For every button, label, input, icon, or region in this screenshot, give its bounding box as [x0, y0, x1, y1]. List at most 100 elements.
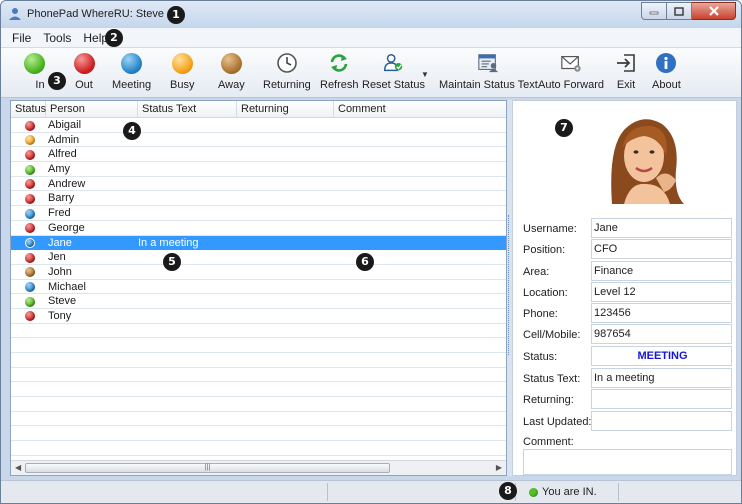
position-field[interactable]: CFO [591, 239, 732, 259]
location-label: Location: [523, 287, 568, 299]
status-segment [618, 483, 619, 501]
scroll-right-icon[interactable]: ▶ [496, 463, 502, 472]
refresh-button[interactable]: Refresh [320, 52, 359, 94]
table-row[interactable]: Admin [11, 133, 506, 148]
table-row[interactable]: Fred [11, 206, 506, 221]
callout-4: 4 [123, 122, 141, 140]
callout-8: 8 [499, 482, 517, 500]
close-button[interactable] [692, 2, 736, 20]
column-header-returning[interactable]: Returning [237, 101, 334, 118]
table-row[interactable]: Jane In a meeting [11, 235, 506, 251]
presence-status: You are IN. [529, 486, 597, 498]
meeting-status-dot-icon [25, 238, 35, 248]
comment-field[interactable] [523, 449, 732, 475]
meeting-button[interactable]: Meeting [112, 52, 151, 94]
phone-field[interactable]: 123456 [591, 303, 732, 323]
meeting-status-dot-icon [25, 282, 35, 293]
auto-forward-button[interactable]: Auto Forward [538, 52, 604, 94]
column-header-person[interactable]: Person [46, 101, 138, 118]
scroll-left-icon[interactable]: ◀ [15, 463, 21, 472]
phone-label: Phone: [523, 308, 558, 320]
status-segment [1, 483, 328, 501]
splitter-grip [508, 215, 511, 355]
out-status-dot-icon [25, 311, 35, 322]
status-field[interactable]: MEETING [591, 346, 732, 366]
table-row[interactable]: Steve [11, 294, 506, 309]
returning-field[interactable] [591, 389, 732, 409]
busy-status-icon [171, 52, 193, 74]
table-row[interactable]: George [11, 221, 506, 236]
reset-status-label: Reset Status [362, 79, 425, 91]
app-window: PhonePad WhereRU: Steve 1 File Tools Hel… [0, 0, 742, 504]
table-row[interactable]: Andrew [11, 177, 506, 192]
table-row[interactable]: Michael [11, 280, 506, 295]
grid-header: Status Person Status Text Returning Comm… [11, 101, 506, 118]
table-row[interactable]: Barry [11, 191, 506, 207]
location-field[interactable]: Level 12 [591, 282, 732, 302]
horizontal-scrollbar[interactable]: ◀ ||| ▶ [11, 460, 506, 475]
away-button[interactable]: Away [218, 52, 245, 94]
window-controls [641, 2, 736, 20]
menu-file[interactable]: File [6, 31, 37, 45]
callout-6: 6 [356, 253, 374, 271]
window-title: PhonePad WhereRU: Steve [27, 8, 164, 20]
username-field[interactable]: Jane [591, 218, 732, 238]
maximize-icon [674, 6, 684, 16]
person-name: Amy [48, 163, 70, 176]
people-grid[interactable]: Status Person Status Text Returning Comm… [10, 100, 507, 476]
callout-3: 3 [48, 72, 66, 90]
column-header-status-text[interactable]: Status Text [138, 101, 237, 118]
reset-status-dropdown-icon[interactable]: ▼ [421, 70, 429, 79]
reset-status-button[interactable]: Reset Status [362, 52, 425, 94]
menu-tools[interactable]: Tools [37, 31, 77, 45]
presence-status-text: You are IN. [542, 486, 597, 498]
person-name: Jen [48, 251, 66, 264]
status-text-field[interactable]: In a meeting [591, 368, 732, 388]
close-icon [708, 6, 719, 16]
table-row[interactable]: John [11, 265, 506, 280]
last-updated-field[interactable] [591, 411, 732, 431]
in-status-dot-icon [25, 164, 35, 175]
info-icon [656, 53, 677, 73]
area-field[interactable]: Finance [591, 261, 732, 281]
person-name: Abigail [48, 119, 82, 131]
table-row-empty [11, 441, 506, 456]
person-name: Admin [48, 133, 80, 146]
out-status-dot-icon [25, 193, 35, 204]
table-row[interactable]: Tony [11, 309, 506, 324]
menu-bar: File Tools Help 2 [1, 28, 741, 48]
person-name: Steve [48, 295, 77, 308]
maintain-status-text-button[interactable]: Maintain Status Text [439, 52, 538, 94]
status-segment [328, 483, 516, 501]
busy-button[interactable]: Busy [170, 52, 194, 94]
maintain-status-text-label: Maintain Status Text [439, 79, 538, 91]
in-button[interactable]: In [23, 52, 45, 94]
table-row[interactable]: Alfred [11, 147, 506, 163]
comment-label: Comment: [523, 436, 574, 448]
in-status-dot-icon [529, 487, 538, 497]
title-bar[interactable]: PhonePad WhereRU: Steve 1 [1, 1, 741, 28]
minimize-button[interactable] [641, 2, 667, 20]
callout-1: 1 [167, 6, 185, 24]
returning-button[interactable]: Returning [263, 52, 311, 94]
person-name: Jane [48, 236, 72, 249]
exit-icon [617, 54, 635, 72]
column-header-status[interactable]: Status [11, 101, 46, 118]
column-header-comment[interactable]: Comment [334, 101, 506, 118]
in-status-icon [23, 52, 45, 74]
scrollbar-thumb[interactable]: ||| [25, 463, 390, 473]
exit-button[interactable]: Exit [615, 52, 637, 94]
person-name: George [48, 221, 85, 234]
area-label: Area: [523, 266, 550, 278]
returning-label: Returning [263, 79, 311, 91]
out-button[interactable]: Out [73, 52, 95, 94]
cell-mobile-field[interactable]: 987654 [591, 324, 732, 344]
status-list-icon [478, 54, 499, 73]
table-row[interactable]: Jen [11, 250, 506, 265]
table-row[interactable]: Abigail [11, 118, 506, 133]
about-button[interactable]: About [652, 52, 681, 94]
about-label: About [652, 79, 681, 91]
maximize-button[interactable] [667, 2, 692, 20]
table-row-empty [11, 368, 506, 383]
table-row[interactable]: Amy [11, 162, 506, 177]
